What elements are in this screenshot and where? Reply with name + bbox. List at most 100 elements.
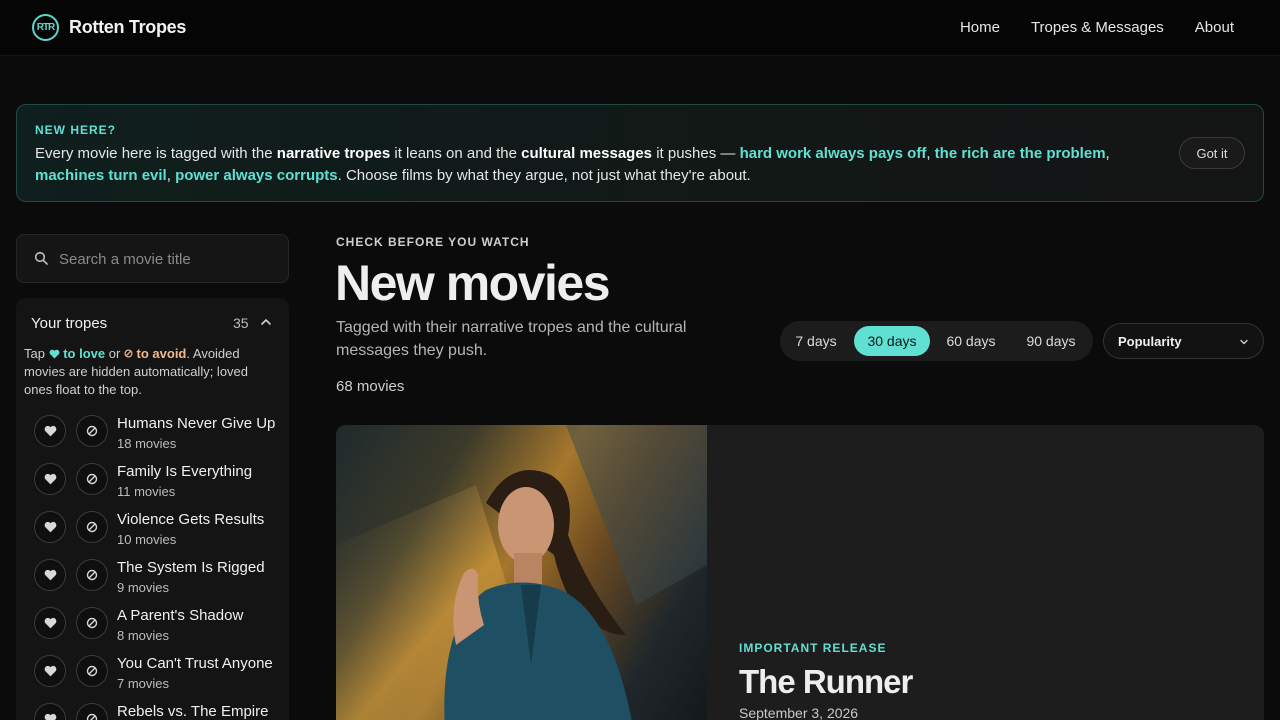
featured-release-date: September 3, 2026 [739,705,859,720]
trope-item: Family Is Everything 11 movies [34,462,284,510]
range-60-days[interactable]: 60 days [936,326,1006,356]
trope-item: Violence Gets Results 10 movies [34,510,284,558]
tropes-count: 35 [233,315,249,331]
avoid-trope-button[interactable] [76,607,108,639]
featured-movie-card[interactable]: IMPORTANT RELEASE The Runner September 3… [336,425,1264,720]
banner-message-example: machines turn evil [35,167,167,184]
love-trope-button[interactable] [34,463,66,495]
ban-icon [86,665,98,677]
trope-name[interactable]: Family Is Everything 11 movies [117,462,287,502]
brand-logo-icon: RTR [32,14,59,41]
featured-title[interactable]: The Runner [739,663,913,701]
heart-icon [44,713,56,720]
nav-about-link[interactable]: About [1195,19,1234,36]
poster-artwork [336,425,707,720]
trope-label: The System Is Rigged [117,559,265,576]
ban-icon [86,617,98,629]
avoid-trope-button[interactable] [76,463,108,495]
help-love-hint: to love [49,346,106,361]
top-navigation-bar: RTR Rotten Tropes Home Tropes & Messages… [0,0,1280,56]
page-subtitle: Tagged with their narrative tropes and t… [336,319,687,359]
avoid-trope-button[interactable] [76,415,108,447]
trope-label: Rebels vs. The Empire [117,703,269,720]
section-kicker: CHECK BEFORE YOU WATCH [336,235,530,249]
help-text-part: or [105,346,124,361]
trope-movie-count: 9 movies [117,580,170,595]
trope-item: A Parent's Shadow 8 movies [34,606,284,654]
banner-message-example: power always corrupts [175,167,338,184]
banner-message-example: the rich are the problem [934,145,1106,162]
banner-text-part: Every movie here is tagged with the [35,145,277,162]
ban-icon [86,473,98,485]
got-it-button[interactable]: Got it [1179,137,1245,169]
movie-search-box [16,234,289,283]
trope-label: Family Is Everything [117,463,253,480]
trope-movie-count: 10 movies [117,532,177,547]
tropes-help-text: Tap to love or to avoid. Avoided movies … [24,345,274,399]
trope-item: Rebels vs. The Empire [34,702,284,720]
range-90-days[interactable]: 90 days [1016,326,1086,356]
main-nav: Home Tropes & Messages About [960,19,1234,36]
love-trope-button[interactable] [34,511,66,543]
love-trope-button[interactable] [34,415,66,447]
brand[interactable]: RTR Rotten Tropes [32,14,186,41]
trope-name[interactable]: Rebels vs. The Empire [117,702,287,720]
heart-icon [44,617,56,629]
avoid-trope-button[interactable] [76,703,108,720]
avoid-trope-button[interactable] [76,559,108,591]
ban-icon [86,425,98,437]
movie-count: 68 movies [336,378,405,395]
chevron-down-icon [1240,339,1248,345]
trope-item: Humans Never Give Up 18 movies [34,414,284,462]
help-love-label: to love [63,346,106,361]
brand-name: Rotten Tropes [69,17,187,37]
trope-movie-count: 7 movies [117,676,170,691]
trope-list: Humans Never Give Up 18 movies Family Is… [34,414,284,720]
heart-icon [44,521,56,533]
trope-name[interactable]: A Parent's Shadow 8 movies [117,606,287,646]
ban-icon [124,349,133,358]
love-trope-button[interactable] [34,703,66,720]
trope-movie-count: 11 movies [117,484,176,499]
love-trope-button[interactable] [34,655,66,687]
heart-icon [44,569,56,581]
banner-message-example: hard work always pays off [739,145,927,162]
ban-icon [86,569,98,581]
sort-selected-value: Popularity [1118,334,1182,349]
heart-icon [44,665,56,677]
love-trope-button[interactable] [34,559,66,591]
heart-icon [49,349,59,359]
trope-name[interactable]: You Can't Trust Anyone 7 movies [117,654,287,694]
your-tropes-panel: Your tropes 35 Tap to love or to avoid. … [16,298,289,720]
chevron-up-icon[interactable] [260,316,272,328]
help-text-part: Tap [24,346,49,361]
banner-text: Every movie here is tagged with the narr… [35,143,1125,187]
trope-item: You Can't Trust Anyone 7 movies [34,654,284,702]
avoid-trope-button[interactable] [76,655,108,687]
trope-name[interactable]: Violence Gets Results 10 movies [117,510,287,550]
movie-poster[interactable] [336,425,707,720]
heart-icon [44,425,56,437]
nav-tropes-messages-link[interactable]: Tropes & Messages [1031,19,1164,36]
range-30-days[interactable]: 30 days [854,326,930,356]
search-input[interactable] [59,247,279,271]
banner-separator: , [1105,145,1110,162]
trope-name[interactable]: Humans Never Give Up 18 movies [117,414,287,454]
banner-bold-messages: cultural messages [521,145,653,162]
sort-select[interactable]: Popularity [1103,323,1264,359]
nav-home-link[interactable]: Home [960,19,1000,36]
love-trope-button[interactable] [34,607,66,639]
banner-bold-tropes: narrative tropes [276,145,391,162]
trope-label: A Parent's Shadow [117,607,244,624]
featured-kicker: IMPORTANT RELEASE [739,641,887,655]
help-avoid-label: to avoid [136,346,187,361]
heart-icon [44,473,56,485]
banner-text-part: . Choose films by what they argue, not j… [337,167,751,184]
onboarding-banner: NEW HERE? Every movie here is tagged wit… [16,104,1264,202]
banner-text-part: it leans on and the [390,145,522,162]
range-7-days[interactable]: 7 days [787,326,845,356]
help-avoid-hint: to avoid [124,346,186,361]
avoid-trope-button[interactable] [76,511,108,543]
ban-icon [86,521,98,533]
trope-name[interactable]: The System Is Rigged 9 movies [117,558,287,598]
